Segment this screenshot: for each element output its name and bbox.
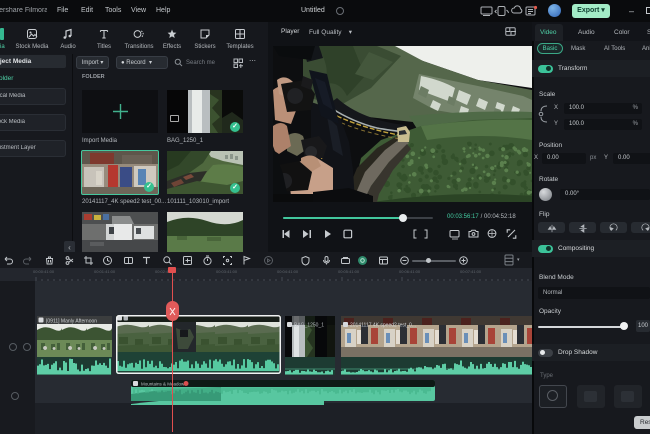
svg-text:Mountains & Meadows: Mountains & Meadows (141, 382, 187, 387)
svg-text:[0911] Manly Afternoon: [0911] Manly Afternoon (46, 319, 97, 325)
svg-text:BAG_1250_1: BAG_1250_1 (294, 323, 324, 329)
svg-text:20141117 4K speed2 test_0...: 20141117 4K speed2 test_0... (350, 323, 416, 329)
